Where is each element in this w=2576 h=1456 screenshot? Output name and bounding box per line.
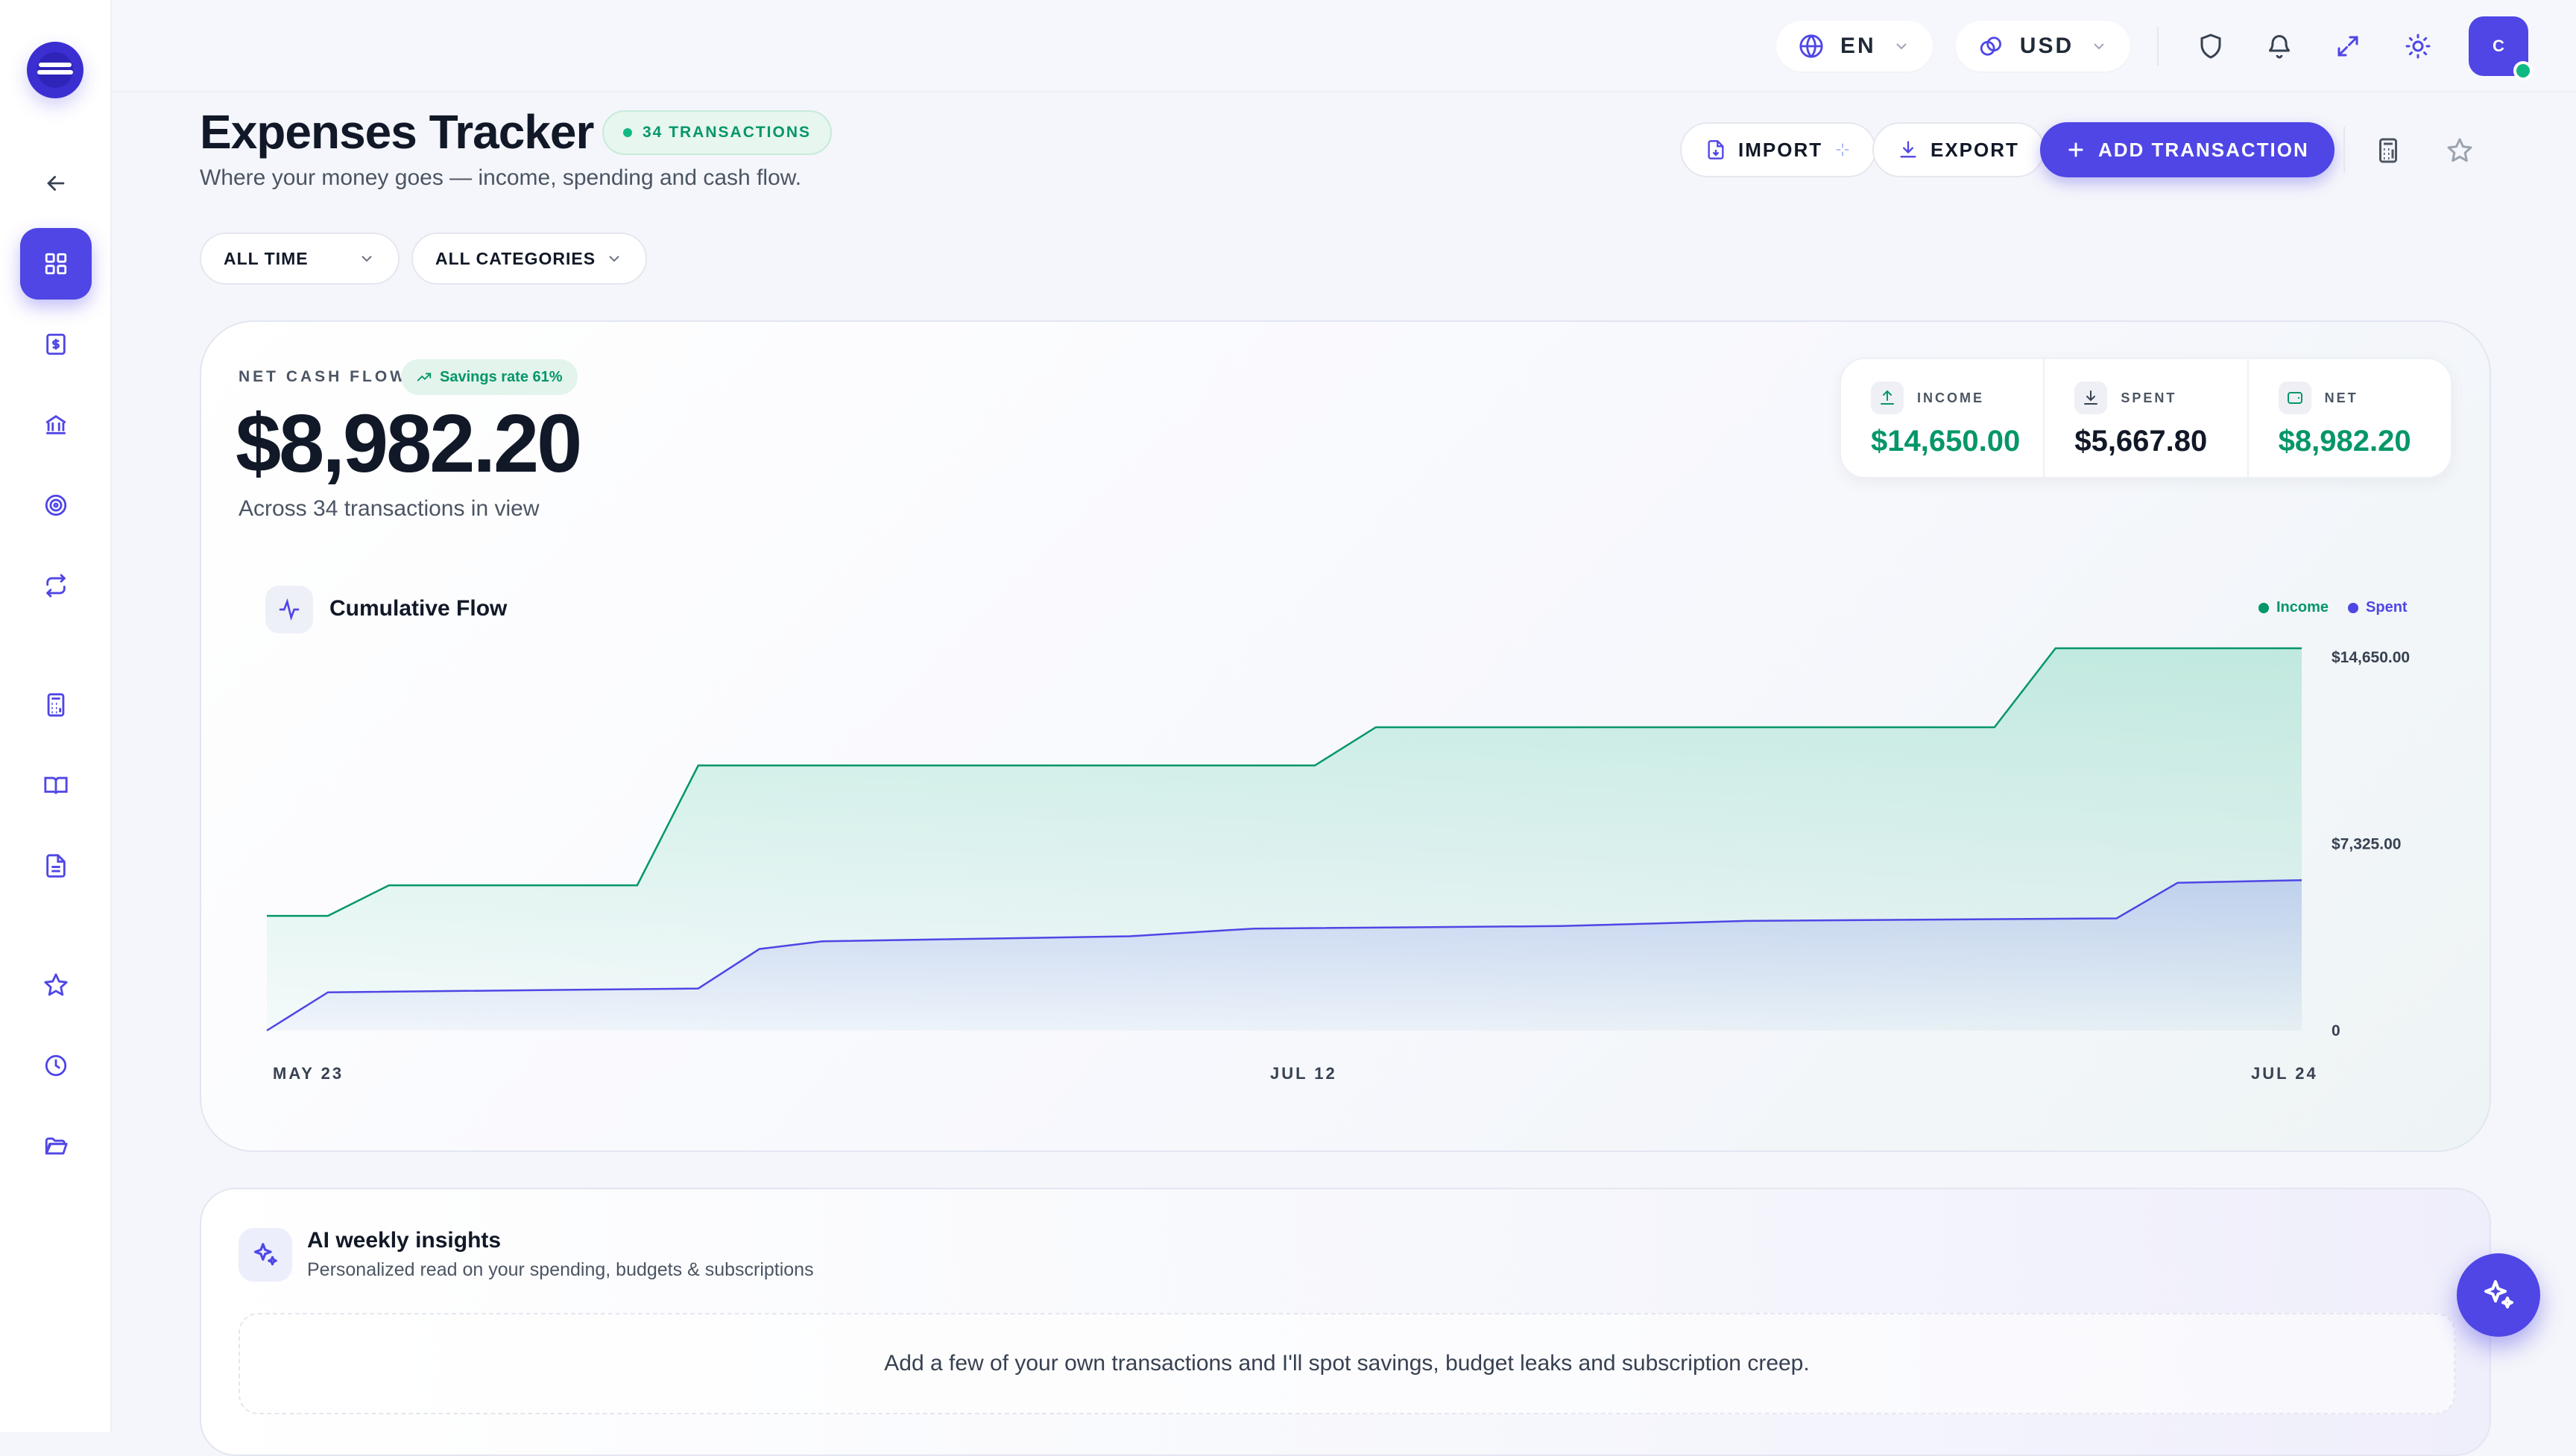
sparkles-icon (2484, 1280, 2513, 1308)
import-label: IMPORT (1738, 138, 1823, 161)
activity-icon (265, 586, 313, 633)
calculator-icon (2379, 138, 2397, 163)
language-value: EN (1840, 34, 1876, 58)
sidebar-item-expenses[interactable] (20, 308, 92, 380)
sidebar-item-files[interactable] (20, 1110, 92, 1182)
add-transaction-label: ADD TRANSACTION (2098, 138, 2309, 161)
page-title: Expenses Tracker (200, 105, 594, 159)
logo-icon (37, 52, 73, 88)
transactions-badge-label: 34 TRANSACTIONS (643, 124, 812, 141)
book-icon (44, 776, 68, 794)
y-tick-label: 0 (2332, 1022, 2340, 1039)
currency-value: USD (2019, 34, 2074, 58)
export-button[interactable]: EXPORT (1872, 122, 2045, 177)
online-status-dot (2513, 61, 2533, 80)
fullscreen-button[interactable] (2332, 30, 2364, 63)
y-tick-label: $7,325.00 (2332, 836, 2401, 853)
x-tick-label: MAY 23 (273, 1064, 344, 1083)
time-filter[interactable]: ALL TIME (200, 232, 400, 285)
chart-title: Cumulative Flow (329, 596, 508, 621)
avatar-initial: C (2493, 37, 2504, 55)
currency-selector[interactable]: USD (1956, 21, 2130, 72)
category-filter[interactable]: ALL CATEGORIES (411, 232, 647, 285)
calculator-icon (47, 693, 65, 717)
insights-subtitle: Personalized read on your spending, budg… (307, 1259, 814, 1280)
cumulative-flow-chart: $14,650.00 $7,325.00 0 MAY 23 JUL 12 JUL 24 (266, 647, 2410, 1083)
arrow-left-icon (47, 176, 65, 191)
import-button[interactable]: IMPORT (1680, 122, 1877, 177)
sun-icon (2405, 34, 2431, 59)
sidebar-item-favorites[interactable] (20, 949, 92, 1021)
notifications-button[interactable] (2263, 30, 2296, 63)
app-logo[interactable] (27, 42, 83, 98)
category-filter-value: ALL CATEGORIES (435, 248, 596, 268)
ai-insights-card: AI weekly insights Personalized read on … (200, 1188, 2491, 1456)
chevron-down-icon (362, 256, 372, 262)
sidebar-item-accounts[interactable] (20, 389, 92, 460)
page-subtitle: Where your money goes — income, spending… (200, 165, 802, 190)
star-icon (44, 973, 68, 996)
chevron-down-icon (609, 256, 619, 262)
sidebar-item-guide[interactable] (20, 750, 92, 821)
bank-icon (45, 414, 66, 434)
sidebar (0, 0, 112, 1432)
favorite-button[interactable] (2443, 134, 2476, 167)
divider (2343, 127, 2345, 173)
globe-icon (1799, 34, 1823, 58)
calculator-button[interactable] (2372, 134, 2405, 167)
avatar[interactable]: C (2469, 16, 2533, 80)
sidebar-item-dashboard[interactable] (20, 228, 92, 300)
receipt-dollar-icon (46, 333, 66, 355)
cash-flow-card: NET CASH FLOW Savings rate 61% $8,982.20… (200, 320, 2491, 1152)
sidebar-item-calculator[interactable] (20, 669, 92, 741)
star-icon (2447, 138, 2472, 162)
legend-spent: Spent (2348, 599, 2408, 616)
y-tick-label: $14,650.00 (2332, 649, 2410, 666)
x-tick-label: JUL 24 (2251, 1064, 2318, 1083)
chevron-down-icon (1895, 43, 1907, 50)
transactions-badge: 34 TRANSACTIONS (602, 110, 833, 155)
dashboard-icon (45, 253, 67, 275)
add-transaction-button[interactable]: ADD TRANSACTION (2040, 122, 2334, 177)
repeat-icon (45, 574, 66, 598)
language-selector[interactable]: EN (1776, 21, 1933, 72)
target-icon (45, 494, 67, 516)
status-dot (623, 128, 632, 137)
bell-icon (2268, 35, 2291, 59)
document-icon (46, 854, 66, 878)
insights-empty-message: Add a few of your own transactions and I… (239, 1313, 2455, 1414)
chevron-down-icon (2094, 43, 2104, 50)
sparkles-icon (239, 1228, 292, 1282)
security-button[interactable] (2194, 30, 2227, 63)
plus-icon (2068, 142, 2083, 157)
expand-icon (2337, 36, 2358, 57)
coins-icon (1980, 37, 2001, 56)
file-import-icon (1708, 140, 1724, 159)
sidebar-item-recurring[interactable] (20, 550, 92, 621)
legend-income: Income (2258, 599, 2329, 616)
back-button[interactable] (20, 148, 92, 219)
ai-assistant-button[interactable] (2457, 1253, 2540, 1337)
theme-toggle[interactable] (2402, 30, 2434, 63)
sidebar-item-goals[interactable] (20, 469, 92, 541)
sidebar-item-reports[interactable] (20, 830, 92, 902)
sparkle-icon (1836, 143, 1849, 156)
clock-icon (45, 1054, 67, 1077)
export-label: EXPORT (1931, 138, 2019, 161)
time-filter-value: ALL TIME (224, 248, 309, 268)
divider (2157, 27, 2159, 66)
top-bar: EN USD C (112, 0, 2576, 92)
insights-title: AI weekly insights (307, 1228, 502, 1253)
folder-open-icon (45, 1137, 68, 1155)
download-icon (1900, 141, 1916, 158)
chart-legend: Income Spent (2258, 599, 2408, 616)
sidebar-item-history[interactable] (20, 1030, 92, 1101)
shield-icon (2200, 34, 2221, 59)
x-tick-label: JUL 12 (1270, 1064, 1337, 1083)
